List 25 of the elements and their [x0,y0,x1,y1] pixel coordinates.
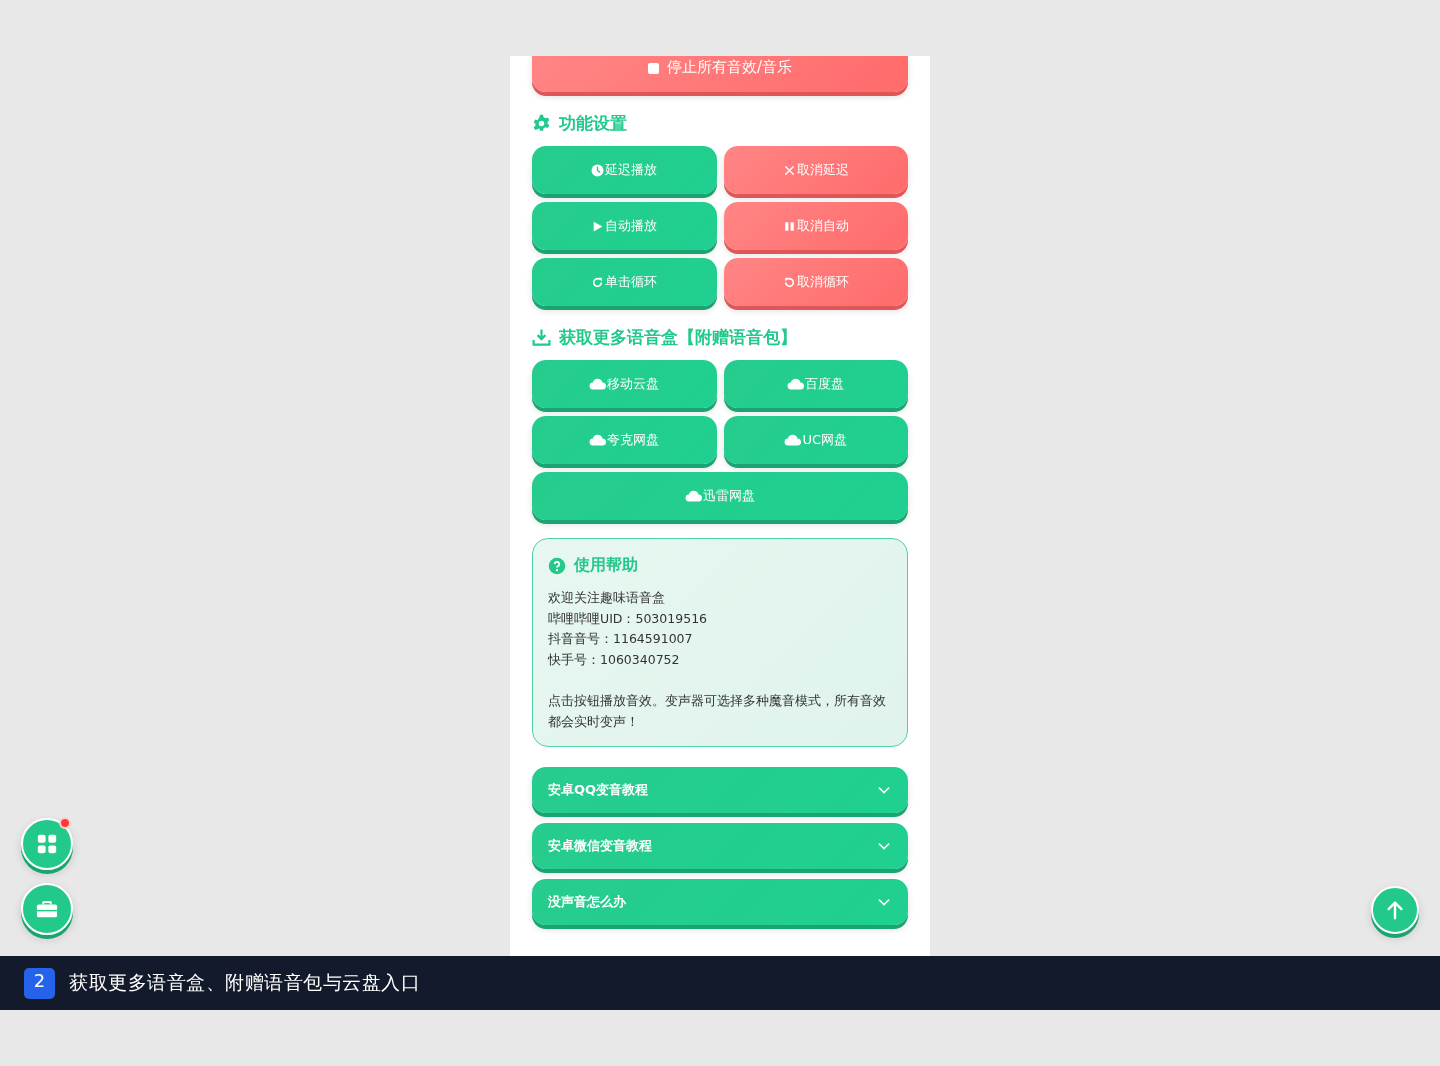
section-title: 功能设置 [559,111,627,135]
gear-icon [532,113,551,133]
help-text: 点击按钮播放音效。变声器可选择多种魔音模式，所有音效都会实时变声！ [548,692,887,731]
redo-icon [591,275,605,289]
back-to-top-button[interactable] [1371,886,1419,934]
toolbox-icon [36,898,58,920]
pause-icon [782,219,796,233]
section-title: 获取更多语音盒【附赠语音包】 [559,325,797,349]
stop-icon [647,63,659,74]
close-icon [782,163,796,177]
info-line: 抖音音号：1164591007 [548,630,694,648]
toolbox-button[interactable] [21,883,73,935]
play-icon [591,219,605,233]
info-line: 快手号：1060340752 [548,650,681,669]
info-line: 欢迎关注趣味语音盒 [548,589,666,607]
download-icon [532,327,551,347]
step-number: 2 [24,967,55,999]
apps-button[interactable] [21,818,73,870]
grid-icon [36,833,58,855]
clock-icon [591,163,605,177]
caption-text: 获取更多语音盒、附赠语音包与云盘入口 [69,970,420,995]
info-line: 哔哩哔哩UID：503019516 [548,609,709,628]
help-title: 使用帮助 [574,555,638,576]
question-icon [548,556,566,575]
undo-icon [782,275,796,289]
